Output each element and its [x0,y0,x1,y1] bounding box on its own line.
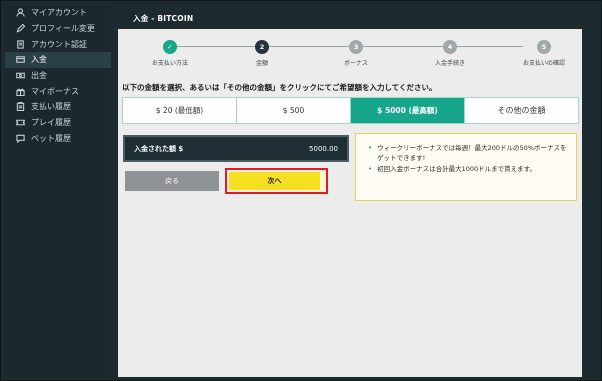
deposit-panel: ✓ お支払い方法 2 金額 3 ボーナス 4 入金手続き 5 お支払いの確認 以… [118,29,582,377]
sidebar: マイアカウント プロフィール変更 アカウント認証 入金 出金 マイボーナス 支払… [5,5,111,377]
step-number: 3 [349,40,363,54]
sidebar-item-account-verification[interactable]: アカウント認証 [5,36,111,52]
clipboard-icon [15,102,25,112]
sidebar-item-play-history[interactable]: プレイ履歴 [5,115,111,131]
amount-option-500[interactable]: $ 500 [237,98,351,123]
ticket-icon [15,118,25,128]
step-number: 4 [443,40,457,54]
step-number: 2 [255,40,269,54]
card-icon [15,55,25,65]
bonus-info-item: • 初回入金ボーナスは合計最大1000ドルまで貰えます。 [368,164,568,174]
step-payment-confirmation: 5 お支払いの確認 [504,37,584,67]
bullet-icon: • [368,165,373,173]
user-icon [15,8,25,18]
amount-option-5000[interactable]: $ 5000 (最高額) [351,98,465,123]
sidebar-item-withdraw[interactable]: 出金 [5,68,111,84]
amount-option-other[interactable]: その他の金額 [465,98,578,123]
step-label: お支払いの確認 [522,60,565,67]
step-label: お支払い方法 [151,60,188,67]
progress-steps: ✓ お支払い方法 2 金額 3 ボーナス 4 入金手続き 5 お支払いの確認 [118,37,582,73]
next-button[interactable]: 次へ [229,172,324,190]
check-icon: ✓ [163,40,177,54]
step-label: ボーナス [343,60,368,67]
sidebar-item-label: ベット履歴 [31,133,71,143]
bonus-info-item: • ウィークリーボーナスでは毎週！最大200ドルの50%ボーナスをゲットできます… [368,143,568,163]
scrollbar[interactable] [582,29,599,377]
step-amount: 2 金額 [222,37,302,67]
deposit-amount-value: 5000.00 [309,144,338,153]
sidebar-item-my-bonus[interactable]: マイボーナス [5,83,111,99]
sidebar-item-label: マイボーナス [31,86,79,96]
page-header: 入金 - BITCOIN [118,5,599,29]
gift-icon [15,86,25,96]
pencil-icon [15,24,25,34]
bonus-info-box: • ウィークリーボーナスでは毎週！最大200ドルの50%ボーナスをゲットできます… [355,133,577,201]
sidebar-item-label: 入金 [31,55,47,65]
deposit-amount-field[interactable]: 入金された額 $ 5000.00 [123,135,349,162]
amount-option-20[interactable]: $ 20 (最低額) [123,98,237,123]
deposit-amount-label: 入金された額 $ [134,144,184,153]
bullet-icon: • [368,144,373,152]
step-payment-method: ✓ お支払い方法 [130,37,210,67]
step-label: 入金手続き [434,60,465,67]
step-deposit-procedure: 4 入金手続き [410,37,490,67]
sidebar-item-label: アカウント認証 [31,39,87,49]
chat-icon [15,133,25,143]
sidebar-item-deposit[interactable]: 入金 [5,52,111,68]
sidebar-item-my-account[interactable]: マイアカウント [5,5,111,21]
cash-icon [15,71,25,81]
next-button-highlight: 次へ [225,168,328,194]
sidebar-item-profile-edit[interactable]: プロフィール変更 [5,21,111,37]
step-bonus: 3 ボーナス [316,37,396,67]
document-icon [15,39,25,49]
back-button[interactable]: 戻る [125,171,219,191]
sidebar-item-label: 出金 [31,71,47,81]
sidebar-item-label: 支払い履歴 [31,102,71,112]
app-window: マイアカウント プロフィール変更 アカウント認証 入金 出金 マイボーナス 支払… [0,0,602,381]
step-label: 金額 [255,60,268,67]
sidebar-item-label: プレイ履歴 [31,118,71,128]
sidebar-item-payment-history[interactable]: 支払い履歴 [5,99,111,115]
page-title: 入金 - BITCOIN [133,14,194,23]
sidebar-item-label: プロフィール変更 [31,24,95,34]
bonus-info-text: 初回入金ボーナスは合計最大1000ドルまで貰えます。 [377,165,537,173]
sidebar-item-label: マイアカウント [31,8,87,18]
step-number: 5 [537,40,551,54]
sidebar-item-bet-history[interactable]: ベット履歴 [5,131,111,147]
bonus-info-text: ウィークリーボーナスでは毎週！最大200ドルの50%ボーナスをゲットできます! [377,144,567,162]
amount-options: $ 20 (最低額) $ 500 $ 5000 (最高額) その他の金額 [122,97,579,124]
amount-instruction: 以下の金額を選択、あるいは「その他の金額」をクリックにてご希望額を入力してくださ… [122,83,437,92]
